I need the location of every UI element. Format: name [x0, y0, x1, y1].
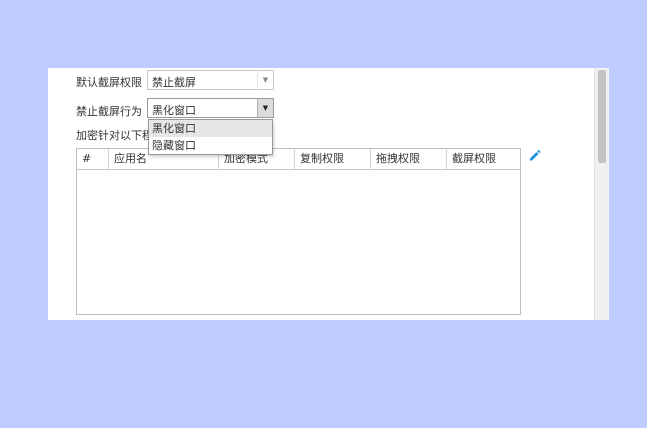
vertical-scrollbar[interactable]	[594, 68, 609, 320]
default-screenshot-permission-value: 禁止截屏	[152, 76, 196, 89]
default-screenshot-permission-label: 默认截屏权限	[76, 76, 142, 89]
chevron-down-icon: ▼	[257, 71, 273, 89]
column-header-index[interactable]: #	[77, 149, 109, 169]
column-header-drag-permission[interactable]: 拖拽权限	[371, 149, 447, 169]
table-body	[77, 170, 520, 314]
column-header-screenshot-permission[interactable]: 截屏权限	[447, 149, 520, 169]
default-screenshot-permission-select[interactable]: 禁止截屏 ▼	[147, 70, 274, 90]
dropdown-option-blacken-window[interactable]: 黑化窗口	[149, 120, 272, 137]
screenshot-behavior-label: 禁止截屏行为	[76, 105, 142, 118]
chevron-down-icon[interactable]: ▼	[257, 99, 273, 117]
settings-panel: 默认截屏权限 禁止截屏 ▼ 禁止截屏行为 黑化窗口 ▼ 加密针对以下程 # 应用…	[48, 68, 609, 320]
screenshot-behavior-value: 黑化窗口	[152, 104, 196, 117]
app-table: # 应用名 加密模式 复制权限 拖拽权限 截屏权限	[76, 148, 521, 315]
pencil-icon[interactable]	[528, 148, 542, 162]
behavior-dropdown-list: 黑化窗口 隐藏窗口	[148, 119, 273, 155]
scrollbar-thumb[interactable]	[598, 70, 606, 163]
table-header: # 应用名 加密模式 复制权限 拖拽权限 截屏权限	[77, 149, 520, 170]
encrypt-target-label: 加密针对以下程	[76, 129, 153, 142]
screenshot-behavior-select[interactable]: 黑化窗口 ▼	[147, 98, 274, 118]
dropdown-option-hide-window[interactable]: 隐藏窗口	[149, 137, 272, 154]
column-header-copy-permission[interactable]: 复制权限	[295, 149, 371, 169]
